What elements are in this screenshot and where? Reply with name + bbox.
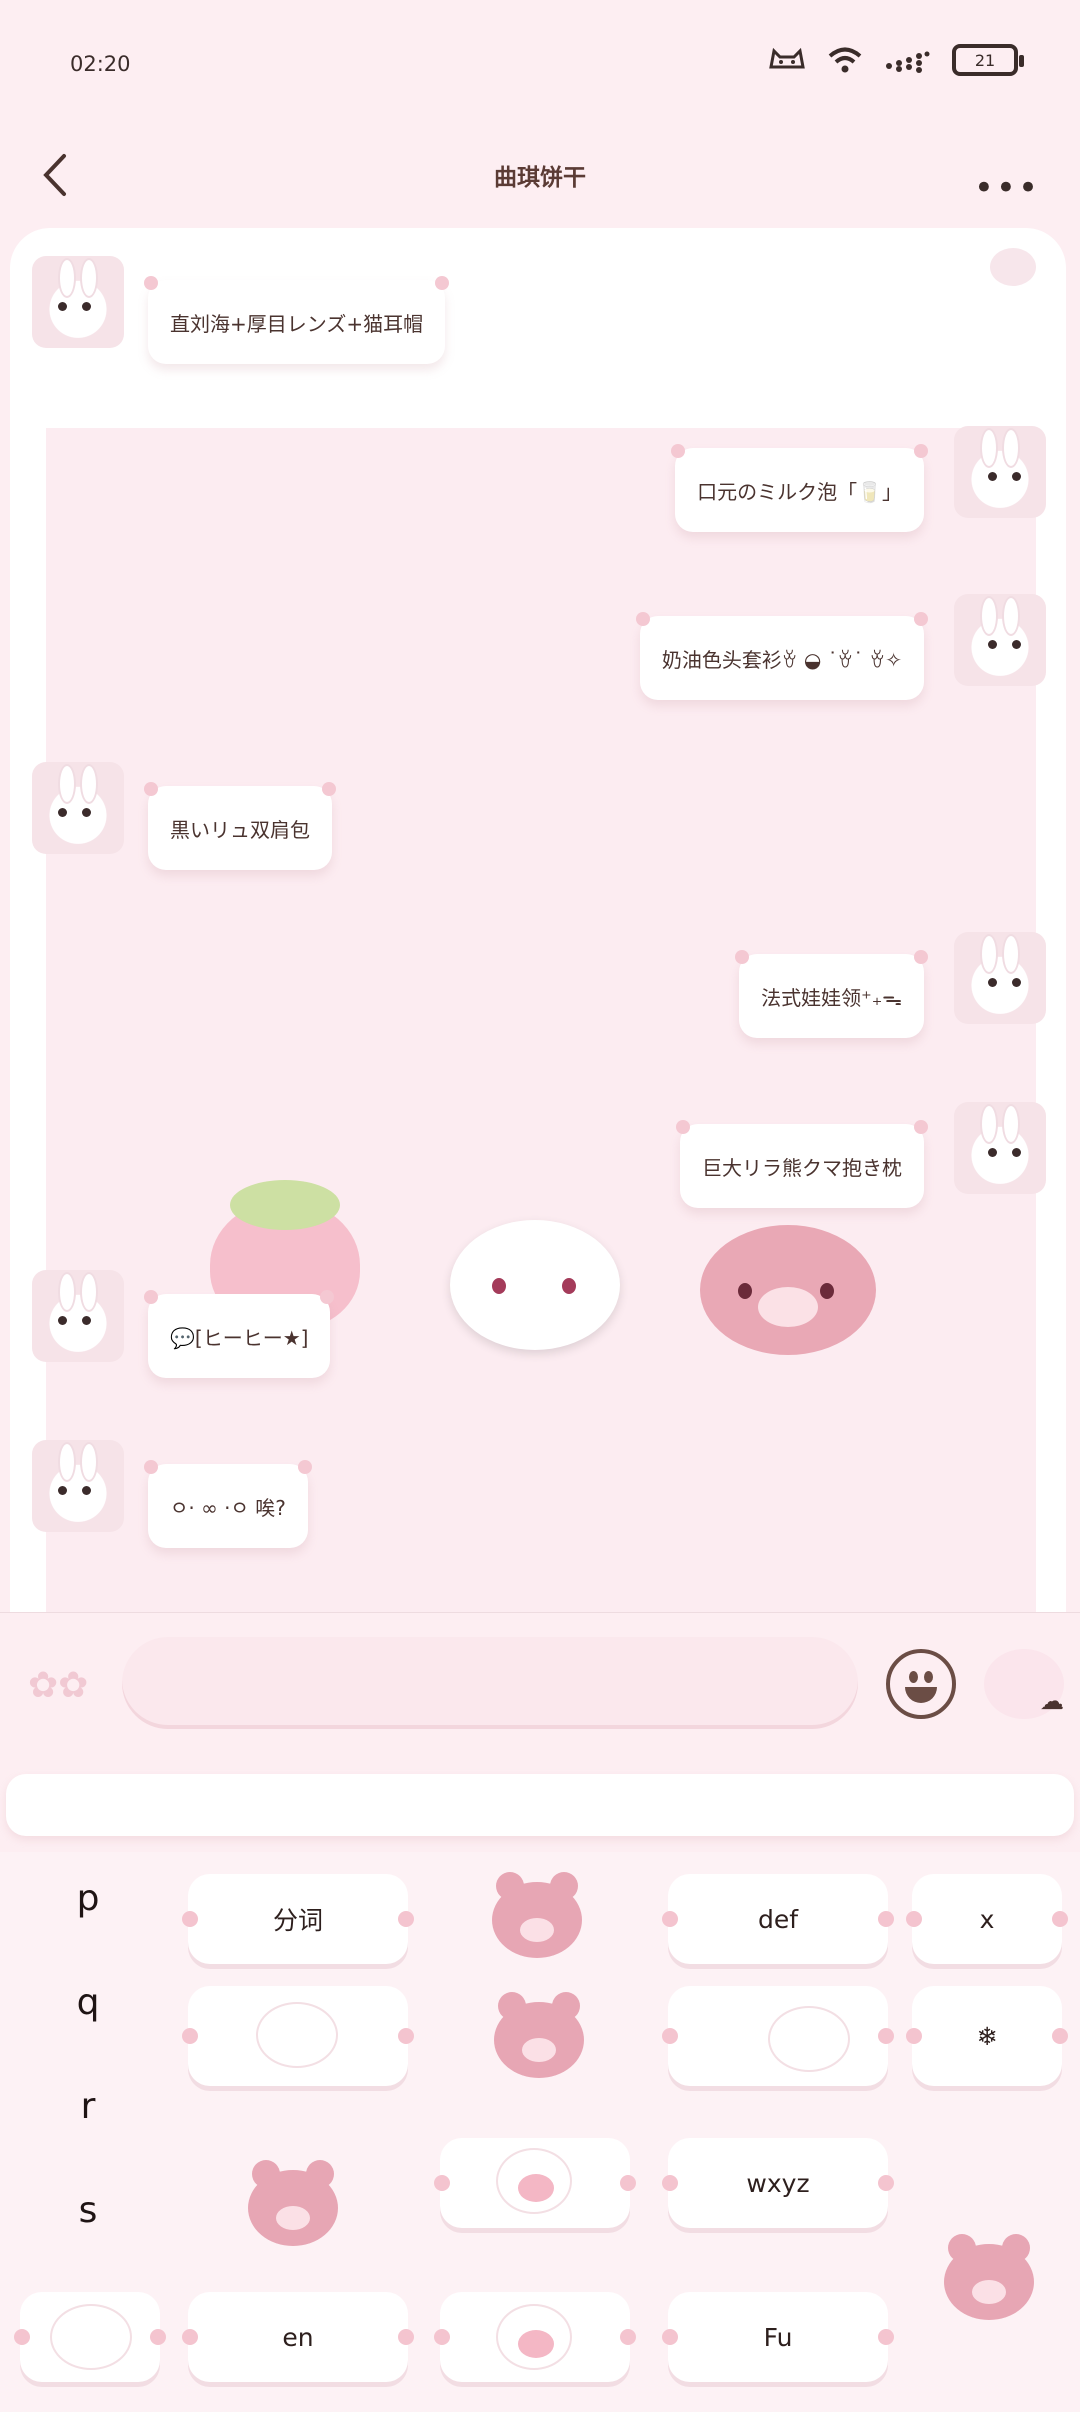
paw-key[interactable] bbox=[434, 2292, 636, 2382]
key-row2-3[interactable] bbox=[662, 1986, 894, 2086]
my-avatar[interactable] bbox=[954, 426, 1046, 518]
def-key[interactable]: def bbox=[662, 1874, 894, 1964]
message-bubble-left[interactable]: 💬[ヒーヒー★] bbox=[143, 1290, 335, 1378]
key-q[interactable]: q bbox=[38, 1982, 138, 2023]
message-bubble-left[interactable]: ㅇ· ∞ ·ㅇ 唉? bbox=[144, 1460, 312, 1548]
bear-key-icon[interactable] bbox=[494, 1992, 584, 2078]
message-bubble-right[interactable]: 法式娃娃领⁺₊ᯓ bbox=[735, 950, 928, 1038]
message-bubble-right[interactable]: 口元のミルク泡「🥛」 bbox=[671, 444, 928, 532]
chat-title: 曲琪饼干 bbox=[494, 165, 586, 191]
bunny-key[interactable] bbox=[14, 2292, 166, 2382]
key-s[interactable]: s bbox=[38, 2190, 138, 2231]
bunny-key-icon bbox=[50, 2304, 132, 2370]
wifi-icon bbox=[828, 47, 862, 73]
contact-avatar[interactable] bbox=[32, 1440, 124, 1532]
message-input[interactable] bbox=[122, 1637, 858, 1729]
contact-avatar[interactable] bbox=[32, 762, 124, 854]
cloud-icon: ☁ bbox=[1040, 1687, 1064, 1715]
wxyz-key[interactable]: wxyz bbox=[662, 2138, 894, 2228]
message-bubble-right[interactable]: 巨大リラ熊クマ抱き枕 bbox=[676, 1120, 928, 1208]
message-bubble-left[interactable]: 黒いリュ双肩包 bbox=[144, 782, 336, 870]
paw-icon bbox=[496, 2148, 572, 2214]
paw-key[interactable] bbox=[434, 2138, 636, 2228]
key-p[interactable]: p bbox=[38, 1878, 138, 1919]
bear-key-icon[interactable] bbox=[944, 2234, 1034, 2320]
paw-icon bbox=[990, 248, 1036, 286]
chat-area[interactable]: 直刘海+厚目レンズ+猫耳帽 口元のミルク泡「🥛」 奶油色头套衫ꈊ ◒ ˙ꈊ˙ ꈊ… bbox=[10, 228, 1066, 1612]
my-avatar[interactable] bbox=[954, 1102, 1046, 1194]
status-icons: 21 bbox=[768, 44, 1024, 76]
bunny-key-icon bbox=[256, 2002, 338, 2068]
my-avatar[interactable] bbox=[954, 932, 1046, 1024]
signal-icon bbox=[886, 51, 930, 73]
face-icon bbox=[769, 47, 805, 69]
bear-key-icon[interactable] bbox=[492, 1872, 582, 1958]
sticker-button[interactable]: ☁ bbox=[984, 1649, 1064, 1719]
battery-icon: 21 bbox=[952, 44, 1024, 76]
bunny-sticker bbox=[450, 1220, 620, 1350]
bear-key-icon[interactable] bbox=[248, 2160, 338, 2246]
status-time: 02:20 bbox=[70, 52, 131, 76]
language-key[interactable]: en bbox=[182, 2292, 414, 2382]
bunny-key-icon bbox=[768, 2006, 850, 2072]
contact-avatar[interactable] bbox=[32, 256, 124, 348]
stars-icon[interactable]: ✿✿ bbox=[28, 1665, 88, 1706]
more-icon[interactable]: ••• bbox=[974, 168, 1040, 208]
my-avatar[interactable] bbox=[954, 594, 1046, 686]
message-bubble-right[interactable]: 奶油色头套衫ꈊ ◒ ˙ꈊ˙ ꈊ✧ bbox=[635, 612, 929, 700]
key-r[interactable]: r bbox=[38, 2086, 138, 2127]
keyboard: p q r s 分词 def x ❄ wxyz en Fu bbox=[0, 1852, 1080, 2412]
bear-sticker bbox=[700, 1225, 876, 1355]
key-row2-1[interactable] bbox=[182, 1986, 414, 2086]
fu-key[interactable]: Fu bbox=[662, 2292, 894, 2382]
battery-level: 21 bbox=[974, 50, 996, 70]
contact-avatar[interactable] bbox=[32, 1270, 124, 1362]
input-bar: ✿✿ ☁ bbox=[0, 1612, 1080, 1762]
message-bubble-left[interactable]: 直刘海+厚目レンズ+猫耳帽 bbox=[143, 276, 450, 364]
delete-key[interactable]: x bbox=[906, 1874, 1068, 1964]
segment-key[interactable]: 分词 bbox=[182, 1874, 414, 1964]
status-bar: 02:20 21 bbox=[0, 0, 1080, 120]
chat-header: 曲琪饼干 ••• bbox=[0, 120, 1080, 230]
paw-icon bbox=[496, 2304, 572, 2370]
candidate-bar[interactable] bbox=[6, 1774, 1074, 1836]
snowflake-key[interactable]: ❄ bbox=[906, 1986, 1068, 2086]
emoji-icon[interactable] bbox=[886, 1649, 956, 1719]
